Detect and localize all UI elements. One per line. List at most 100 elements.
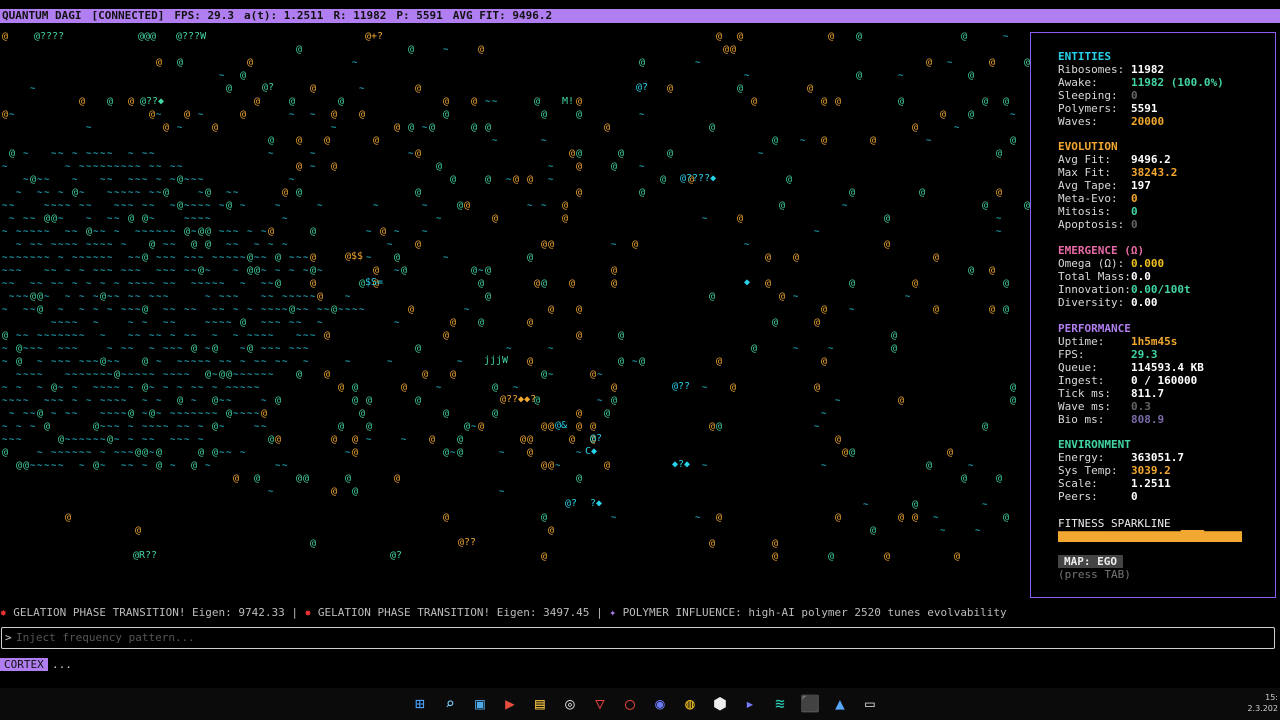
wave-glyph: ~: [58, 448, 64, 458]
wave-glyph: ~: [142, 435, 148, 445]
stat-value: 5591: [1131, 102, 1158, 115]
sparkline-label: FITNESS SPARKLINE: [1058, 517, 1171, 530]
simulation-canvas[interactable]: @ @ @ @ @ @ ~@ @ ~ @ @ @@ @ @ ~ @ ~ @ ~ @ @~ @ ~ @ ~ @~ @ @ ~ @ @ @ @@ @ @…: [0, 24, 1030, 594]
gallery-icon[interactable]: ▣: [470, 694, 490, 714]
ribosome-glyph: @: [1003, 96, 1009, 107]
wave-glyph: ~: [30, 409, 36, 419]
capcut-icon[interactable]: ⬢: [710, 694, 730, 714]
alpha-readout: a(t): 1.2511: [243, 9, 324, 22]
wave-glyph: ~: [219, 201, 225, 211]
ribosome-glyph: @: [478, 317, 484, 328]
search-icon[interactable]: ⌕: [440, 694, 460, 714]
wave-glyph: ~: [849, 305, 855, 315]
command-input-box[interactable]: >: [1, 627, 1275, 649]
system-clock[interactable]: 15: 2.3.202: [1247, 692, 1278, 714]
wave-glyph: ~: [142, 396, 148, 406]
wave-glyph: ~: [205, 292, 211, 302]
entity-label: jjjW: [484, 355, 509, 366]
opera-icon[interactable]: ◯: [620, 694, 640, 714]
wave-glyph: ~: [114, 422, 120, 432]
ribosome-glyph: @: [471, 96, 477, 107]
wave-glyph: ~: [23, 370, 29, 380]
wave-glyph: ~: [268, 370, 274, 380]
wave-glyph: ~: [303, 357, 309, 367]
stats-panel: ENTITIES Ribosomes: 11982 Awake: 11982 (100.…: [1030, 32, 1276, 598]
video-app-icon[interactable]: ▶: [500, 694, 520, 714]
ribosome-glyph: @: [982, 96, 988, 107]
map-mode-badge[interactable]: MAP: EGO: [1058, 555, 1123, 568]
ribosome-glyph: @: [254, 473, 260, 484]
ribosome-glyph: @: [611, 265, 617, 276]
arc-icon[interactable]: ▲: [830, 694, 850, 714]
ribosome-glyph: @: [205, 226, 211, 237]
ribosome-glyph: @: [345, 473, 351, 484]
ribosome-glyph: @: [107, 96, 113, 107]
ribosome-glyph: @: [814, 382, 820, 393]
cube-app-icon[interactable]: ⬛: [800, 694, 820, 714]
wave-glyph: ~: [114, 292, 120, 302]
wave-glyph: ~: [79, 331, 85, 341]
waves-app-icon[interactable]: ≋: [770, 694, 790, 714]
ribosome-glyph: @: [947, 447, 953, 458]
wave-glyph: ~: [30, 461, 36, 471]
wave-glyph: ~: [156, 227, 162, 237]
wave-glyph: ~: [128, 292, 134, 302]
ribosome-glyph: @: [989, 265, 995, 276]
wave-glyph: ~: [191, 331, 197, 341]
discord-icon[interactable]: ◉: [650, 694, 670, 714]
ribosome-glyph: @: [716, 512, 722, 523]
wave-glyph: ~: [289, 292, 295, 302]
chrome-icon[interactable]: ◍: [680, 694, 700, 714]
wave-glyph: ~: [79, 292, 85, 302]
file-explorer-icon[interactable]: ▤: [530, 694, 550, 714]
entity-label: M!: [562, 96, 574, 107]
ribosome-glyph: @: [2, 447, 8, 458]
ribosome-glyph: @: [492, 382, 498, 393]
ribosome-glyph: @: [968, 109, 974, 120]
chrome-canary-icon[interactable]: ◎: [560, 694, 580, 714]
ribosome-glyph: @: [534, 96, 540, 107]
evolution-row: Max Fit: 38243.2: [1058, 166, 1268, 179]
entity-label: @??: [672, 381, 690, 392]
media-player-icon[interactable]: ▸: [740, 694, 760, 714]
wave-glyph: ~: [191, 227, 197, 237]
wave-glyph: ~: [268, 318, 274, 328]
ribosome-glyph: @: [415, 239, 421, 250]
wave-glyph: ~: [65, 162, 71, 172]
ribosome-glyph: @: [415, 395, 421, 406]
wave-glyph: ~: [79, 201, 85, 211]
ribosome-glyph: @: [891, 343, 897, 354]
wave-glyph: ~: [422, 201, 428, 211]
entities-row: Sleeping: 0: [1058, 89, 1268, 102]
wave-glyph: ~: [345, 448, 351, 458]
wave-glyph: ~: [86, 370, 92, 380]
ribosome-glyph: @: [443, 109, 449, 120]
wave-glyph: ~: [100, 461, 106, 471]
wave-glyph: ~: [219, 279, 225, 289]
taskbar: ⊞ ⌕ ▣ ▶ ▤ ◎ ▽ ◯ ◉ ◍ ⬢ ▸ ≋ ⬛ ▲ ▭ 15: 2.3.202: [0, 688, 1280, 720]
wave-glyph: ~: [58, 279, 64, 289]
vivaldi-icon[interactable]: ▽: [590, 694, 610, 714]
wave-glyph: ~: [219, 357, 225, 367]
ribosome-glyph: @: [884, 239, 890, 250]
wave-glyph: ~: [975, 526, 981, 536]
ribosome-glyph: @: [184, 109, 190, 120]
wave-glyph: ~: [996, 214, 1002, 224]
wave-glyph: ~: [142, 279, 148, 289]
terminal-icon[interactable]: ▭: [860, 694, 880, 714]
ribosome-glyph: @: [541, 460, 547, 471]
stat-label: Avg Tape:: [1058, 179, 1118, 192]
wave-glyph: ~: [702, 383, 708, 393]
simulation-field[interactable]: @ @ @ @ @ @ ~ @ @ ~ @ @ @ @ @ @ ~ @ ~ @ ~ @ @ ~ @ ~ @ ~ @ ~ @ @ ~ @ @ @ @ @ @ @…: [0, 24, 1030, 594]
ribosome-glyph: @: [177, 174, 183, 185]
windows-start-icon[interactable]: ⊞: [410, 694, 430, 714]
ribosome-glyph: @: [807, 83, 813, 94]
stat-value: 0: [1131, 89, 1138, 102]
wave-glyph: ~: [100, 435, 106, 445]
wave-glyph: ~: [177, 370, 183, 380]
wave-glyph: ~: [289, 344, 295, 354]
frequency-pattern-input[interactable]: [16, 630, 1266, 645]
wave-glyph: ~: [303, 331, 309, 341]
wave-glyph: ~: [16, 396, 22, 406]
wave-glyph: ~: [296, 305, 302, 315]
